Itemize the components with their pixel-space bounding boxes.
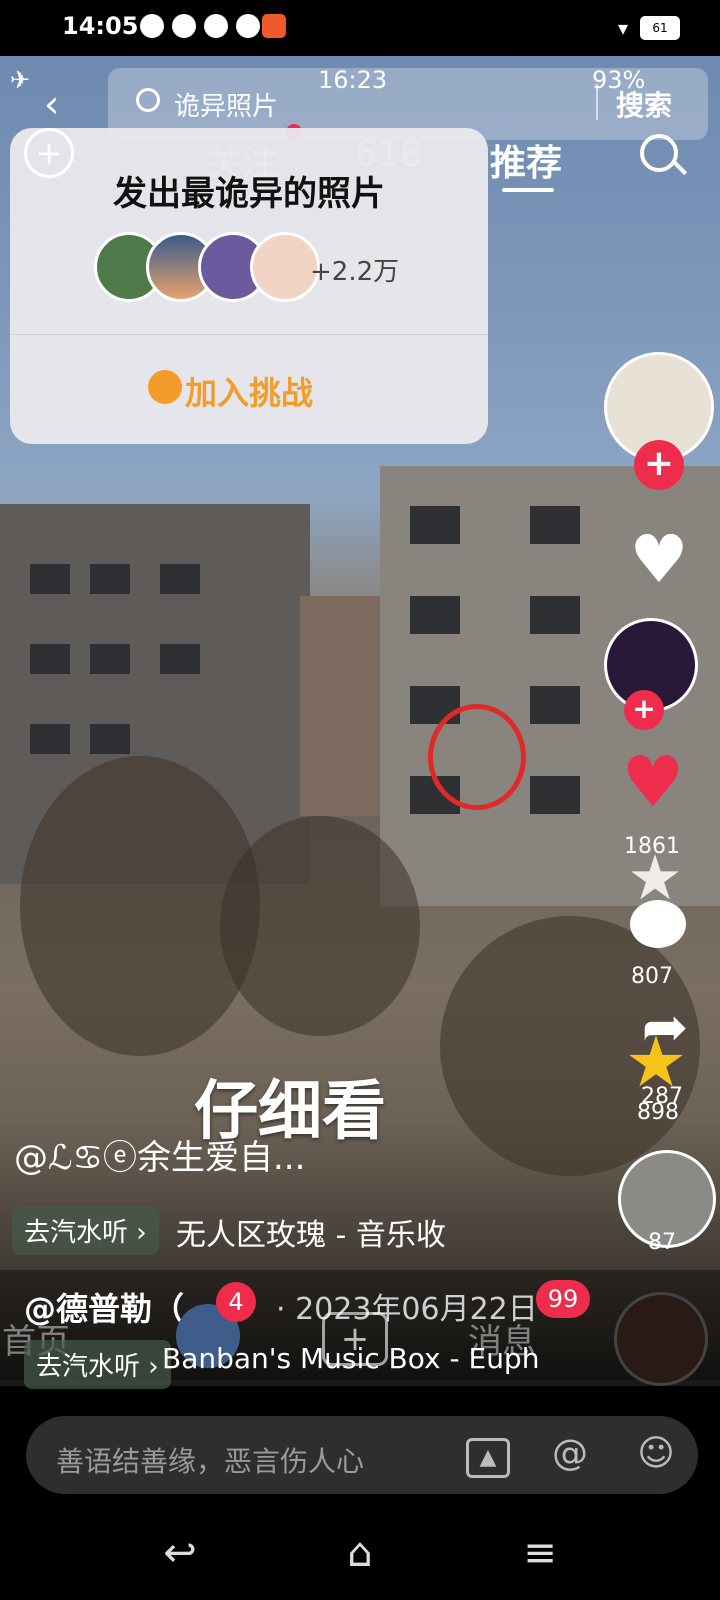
airplane-icon: ✈ xyxy=(10,66,31,94)
overlay-music-tag[interactable]: 去汽水听 › xyxy=(24,1340,171,1389)
app-icon xyxy=(140,14,164,38)
overlay-music-disc[interactable] xyxy=(614,1292,708,1386)
menu-nav-icon[interactable]: ≡ xyxy=(510,1530,570,1580)
system-status-bar: 14:05 ▾ 61 xyxy=(0,0,720,56)
card-divider xyxy=(10,334,488,335)
wifi-icon: ▾ xyxy=(617,16,628,40)
building-far xyxy=(300,596,390,816)
back-nav-icon[interactable]: ↩ xyxy=(150,1530,210,1580)
app-badge-icon xyxy=(262,14,286,38)
comment-input[interactable]: 善语结善缘，恶言伤人心 xyxy=(56,1440,364,1480)
cat-icon xyxy=(204,14,228,38)
search-icon xyxy=(136,88,160,112)
search-icon-top[interactable] xyxy=(640,134,678,172)
video-author[interactable]: @ℒ♋ⓔ余生爱自... xyxy=(14,1130,305,1179)
favorite-count: 898 xyxy=(637,1100,679,1125)
like-icon[interactable]: ♥ xyxy=(624,527,694,593)
participant-count: +2.2万 xyxy=(310,257,400,287)
overlay-music-title[interactable]: Banban's Music Box - Eupho xyxy=(162,1342,538,1375)
status-time: 14:05 xyxy=(62,12,139,40)
back-icon[interactable]: ‹ xyxy=(44,82,59,126)
music-tag[interactable]: 去汽水听 › xyxy=(12,1206,159,1255)
add-icon[interactable]: + xyxy=(24,128,74,178)
follow-button-2[interactable]: + xyxy=(624,690,664,730)
star-icon[interactable]: ★ xyxy=(624,847,686,909)
music-title[interactable]: 无人区玫瑰 - 音乐收 xyxy=(176,1210,506,1254)
red-highlight-circle xyxy=(428,704,526,810)
challenge-card[interactable]: 发出最诡异的照片 +2.2万 加入挑战 xyxy=(10,128,488,444)
liked-heart-icon[interactable]: ♥ xyxy=(618,747,688,817)
search-button[interactable]: 搜索 xyxy=(616,84,672,124)
comment-count: 807 xyxy=(631,964,673,989)
emoji-icon[interactable]: ☺ xyxy=(634,1432,678,1476)
image-icon[interactable]: ▲ xyxy=(466,1438,510,1478)
search-divider xyxy=(596,84,598,120)
share-count-2: 87 xyxy=(648,1230,676,1255)
follow-button[interactable]: + xyxy=(634,440,684,490)
home-nav-icon[interactable]: ⌂ xyxy=(330,1530,390,1580)
mention-icon[interactable]: @ xyxy=(548,1432,592,1476)
play-icon xyxy=(172,14,196,38)
messages-badge: 99 xyxy=(536,1280,590,1318)
challenge-title: 发出最诡异的照片 xyxy=(113,174,385,214)
tree xyxy=(220,816,420,1036)
active-tab-underline xyxy=(502,188,554,192)
comment-icon[interactable] xyxy=(630,900,686,948)
join-challenge-button[interactable]: 加入挑战 xyxy=(10,368,488,414)
cat-icon-2 xyxy=(236,14,260,38)
tab-recommend[interactable]: 推荐 xyxy=(490,134,562,186)
friends-badge: 4 xyxy=(216,1282,256,1322)
battery-icon: 61 xyxy=(640,16,680,40)
search-input[interactable]: 诡异照片 xyxy=(174,86,278,123)
